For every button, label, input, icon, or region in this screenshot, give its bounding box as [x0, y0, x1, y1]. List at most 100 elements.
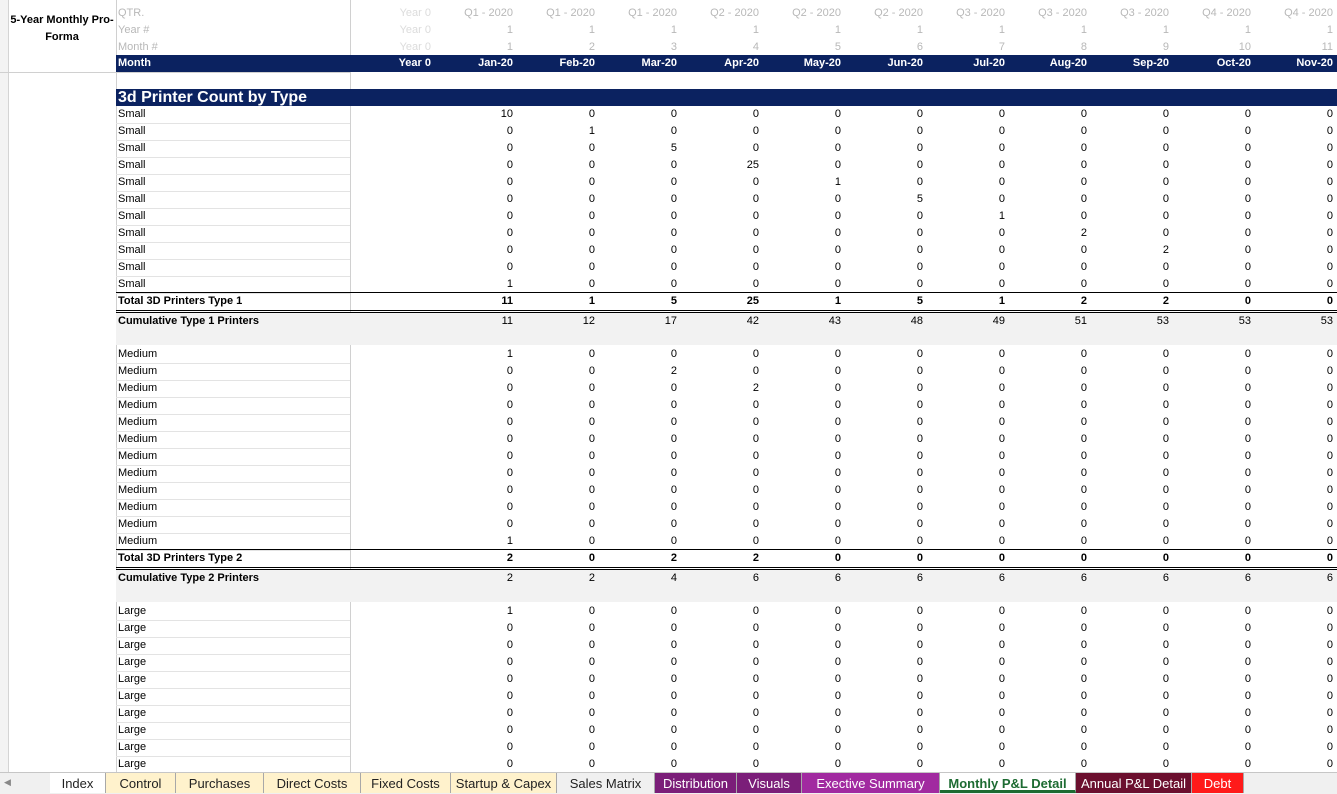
cell-value[interactable]: 0	[761, 276, 841, 293]
cell-value[interactable]: 1	[925, 293, 1005, 310]
cell-value[interactable]: 0	[1089, 276, 1169, 293]
cell-value[interactable]: 0	[433, 671, 513, 688]
cell-value[interactable]: 0	[679, 106, 759, 123]
cell-value[interactable]: 0	[1007, 465, 1087, 482]
cell-value[interactable]: 0	[515, 346, 595, 363]
cell-value[interactable]: 0	[679, 208, 759, 225]
cell-value[interactable]: 0	[925, 448, 1005, 465]
cell-value[interactable]: 0	[1171, 637, 1251, 654]
cell-value[interactable]: 0	[1253, 106, 1333, 123]
cell-value[interactable]: 0	[1253, 140, 1333, 157]
cell-value[interactable]: 0	[597, 380, 677, 397]
cell-value[interactable]: 0	[843, 106, 923, 123]
cell-value[interactable]: 0	[597, 448, 677, 465]
cell-value[interactable]: 0	[597, 191, 677, 208]
cell-value[interactable]: 0	[1007, 671, 1087, 688]
cell-value[interactable]: 0	[925, 242, 1005, 259]
cell-value[interactable]: 0	[597, 654, 677, 671]
cell-value[interactable]: May-20	[761, 55, 841, 72]
cell-value[interactable]: 0	[925, 225, 1005, 242]
cell-value[interactable]: 0	[843, 363, 923, 380]
cell-value[interactable]: 5	[597, 140, 677, 157]
cell-value[interactable]: 0	[597, 106, 677, 123]
cell-value[interactable]: 0	[1007, 140, 1087, 157]
cell-value[interactable]: 1	[761, 293, 841, 310]
sheet-tab[interactable]: Debt	[1192, 773, 1244, 793]
cell-value[interactable]: 0	[515, 174, 595, 191]
cell-value[interactable]: 0	[1007, 756, 1087, 772]
cell-value[interactable]: 0	[1007, 346, 1087, 363]
cell-value[interactable]: 0	[925, 550, 1005, 567]
cell-value[interactable]: 0	[1007, 414, 1087, 431]
cell-value[interactable]: 0	[1253, 123, 1333, 140]
cell-value[interactable]: 0	[1253, 431, 1333, 448]
cell-value[interactable]: 0	[843, 208, 923, 225]
cell-value[interactable]: 0	[1007, 276, 1087, 293]
cell-value[interactable]: 0	[597, 516, 677, 533]
cell-value[interactable]: 0	[843, 637, 923, 654]
cell-value[interactable]: 0	[925, 174, 1005, 191]
cell-value[interactable]: 0	[1253, 533, 1333, 550]
cell-value[interactable]: 0	[1171, 242, 1251, 259]
cell-value[interactable]: 0	[925, 688, 1005, 705]
cell-value[interactable]: 0	[1253, 603, 1333, 620]
cell-value[interactable]: 0	[1171, 208, 1251, 225]
cell-value[interactable]: 0	[761, 722, 841, 739]
cell-value[interactable]: 0	[679, 671, 759, 688]
cell-value[interactable]: 0	[1089, 174, 1169, 191]
cell-value[interactable]: 0	[1171, 346, 1251, 363]
cell-value[interactable]: Nov-20	[1253, 55, 1333, 72]
cell-value[interactable]: 0	[1253, 688, 1333, 705]
cell-value[interactable]: 0	[597, 346, 677, 363]
row-label[interactable]: Cumulative Type 2 Printers	[118, 570, 259, 587]
cell-value[interactable]: 1	[761, 22, 841, 39]
cell-value[interactable]: 6	[1253, 570, 1333, 587]
cell-value[interactable]: 0	[433, 140, 513, 157]
cell-value[interactable]: Q2 - 2020	[679, 5, 759, 22]
cell-value[interactable]: 1	[761, 174, 841, 191]
cell-value[interactable]: 0	[761, 688, 841, 705]
cell-value[interactable]: 1	[843, 22, 923, 39]
cell-value[interactable]: 0	[597, 705, 677, 722]
cell-value[interactable]: 0	[843, 739, 923, 756]
cell-value[interactable]: 1	[679, 22, 759, 39]
cell-value[interactable]: 0	[1253, 414, 1333, 431]
cell-value[interactable]: 1	[515, 123, 595, 140]
cell-value[interactable]: 0	[1007, 380, 1087, 397]
cell-value[interactable]: 0	[433, 123, 513, 140]
cell-value[interactable]: 0	[433, 397, 513, 414]
cell-value[interactable]: 0	[1171, 106, 1251, 123]
scroll-tabs-left-icon[interactable]: ◀	[4, 777, 11, 788]
row-label[interactable]: Large	[118, 722, 146, 739]
cell-value[interactable]: 10	[433, 106, 513, 123]
cell-value[interactable]: 0	[843, 431, 923, 448]
cell-value[interactable]: 0	[515, 739, 595, 756]
cell-value[interactable]: 0	[433, 499, 513, 516]
cell-value[interactable]: 0	[1089, 123, 1169, 140]
cell-value[interactable]: 0	[1089, 259, 1169, 276]
cell-value[interactable]: 25	[679, 293, 759, 310]
cell-value[interactable]: 0	[433, 380, 513, 397]
row-label[interactable]: Large	[118, 654, 146, 671]
cell-value[interactable]: 0	[597, 688, 677, 705]
sheet-tab[interactable]: Index	[50, 773, 106, 793]
cell-value[interactable]: 0	[515, 671, 595, 688]
cell-value[interactable]: Apr-20	[679, 55, 759, 72]
sheet-tab[interactable]: Annual P&L Detail	[1076, 773, 1192, 793]
cell-value[interactable]: 0	[1253, 499, 1333, 516]
cell-value[interactable]: 0	[1089, 739, 1169, 756]
cell-value[interactable]: 12	[515, 313, 595, 330]
cell-value[interactable]: 4	[597, 570, 677, 587]
cell-value[interactable]: 0	[679, 242, 759, 259]
cell-value[interactable]: 0	[1089, 671, 1169, 688]
cell-value[interactable]: 0	[843, 756, 923, 772]
cell-value[interactable]: 2	[679, 380, 759, 397]
cell-value[interactable]: 0	[925, 637, 1005, 654]
cell-value[interactable]: 0	[843, 380, 923, 397]
cell-value[interactable]: 0	[1171, 380, 1251, 397]
cell-value[interactable]: 0	[515, 259, 595, 276]
cell-value[interactable]: 43	[761, 313, 841, 330]
row-label[interactable]: Medium	[118, 448, 157, 465]
cell-value[interactable]: 0	[761, 448, 841, 465]
cell-value[interactable]: 0	[433, 739, 513, 756]
